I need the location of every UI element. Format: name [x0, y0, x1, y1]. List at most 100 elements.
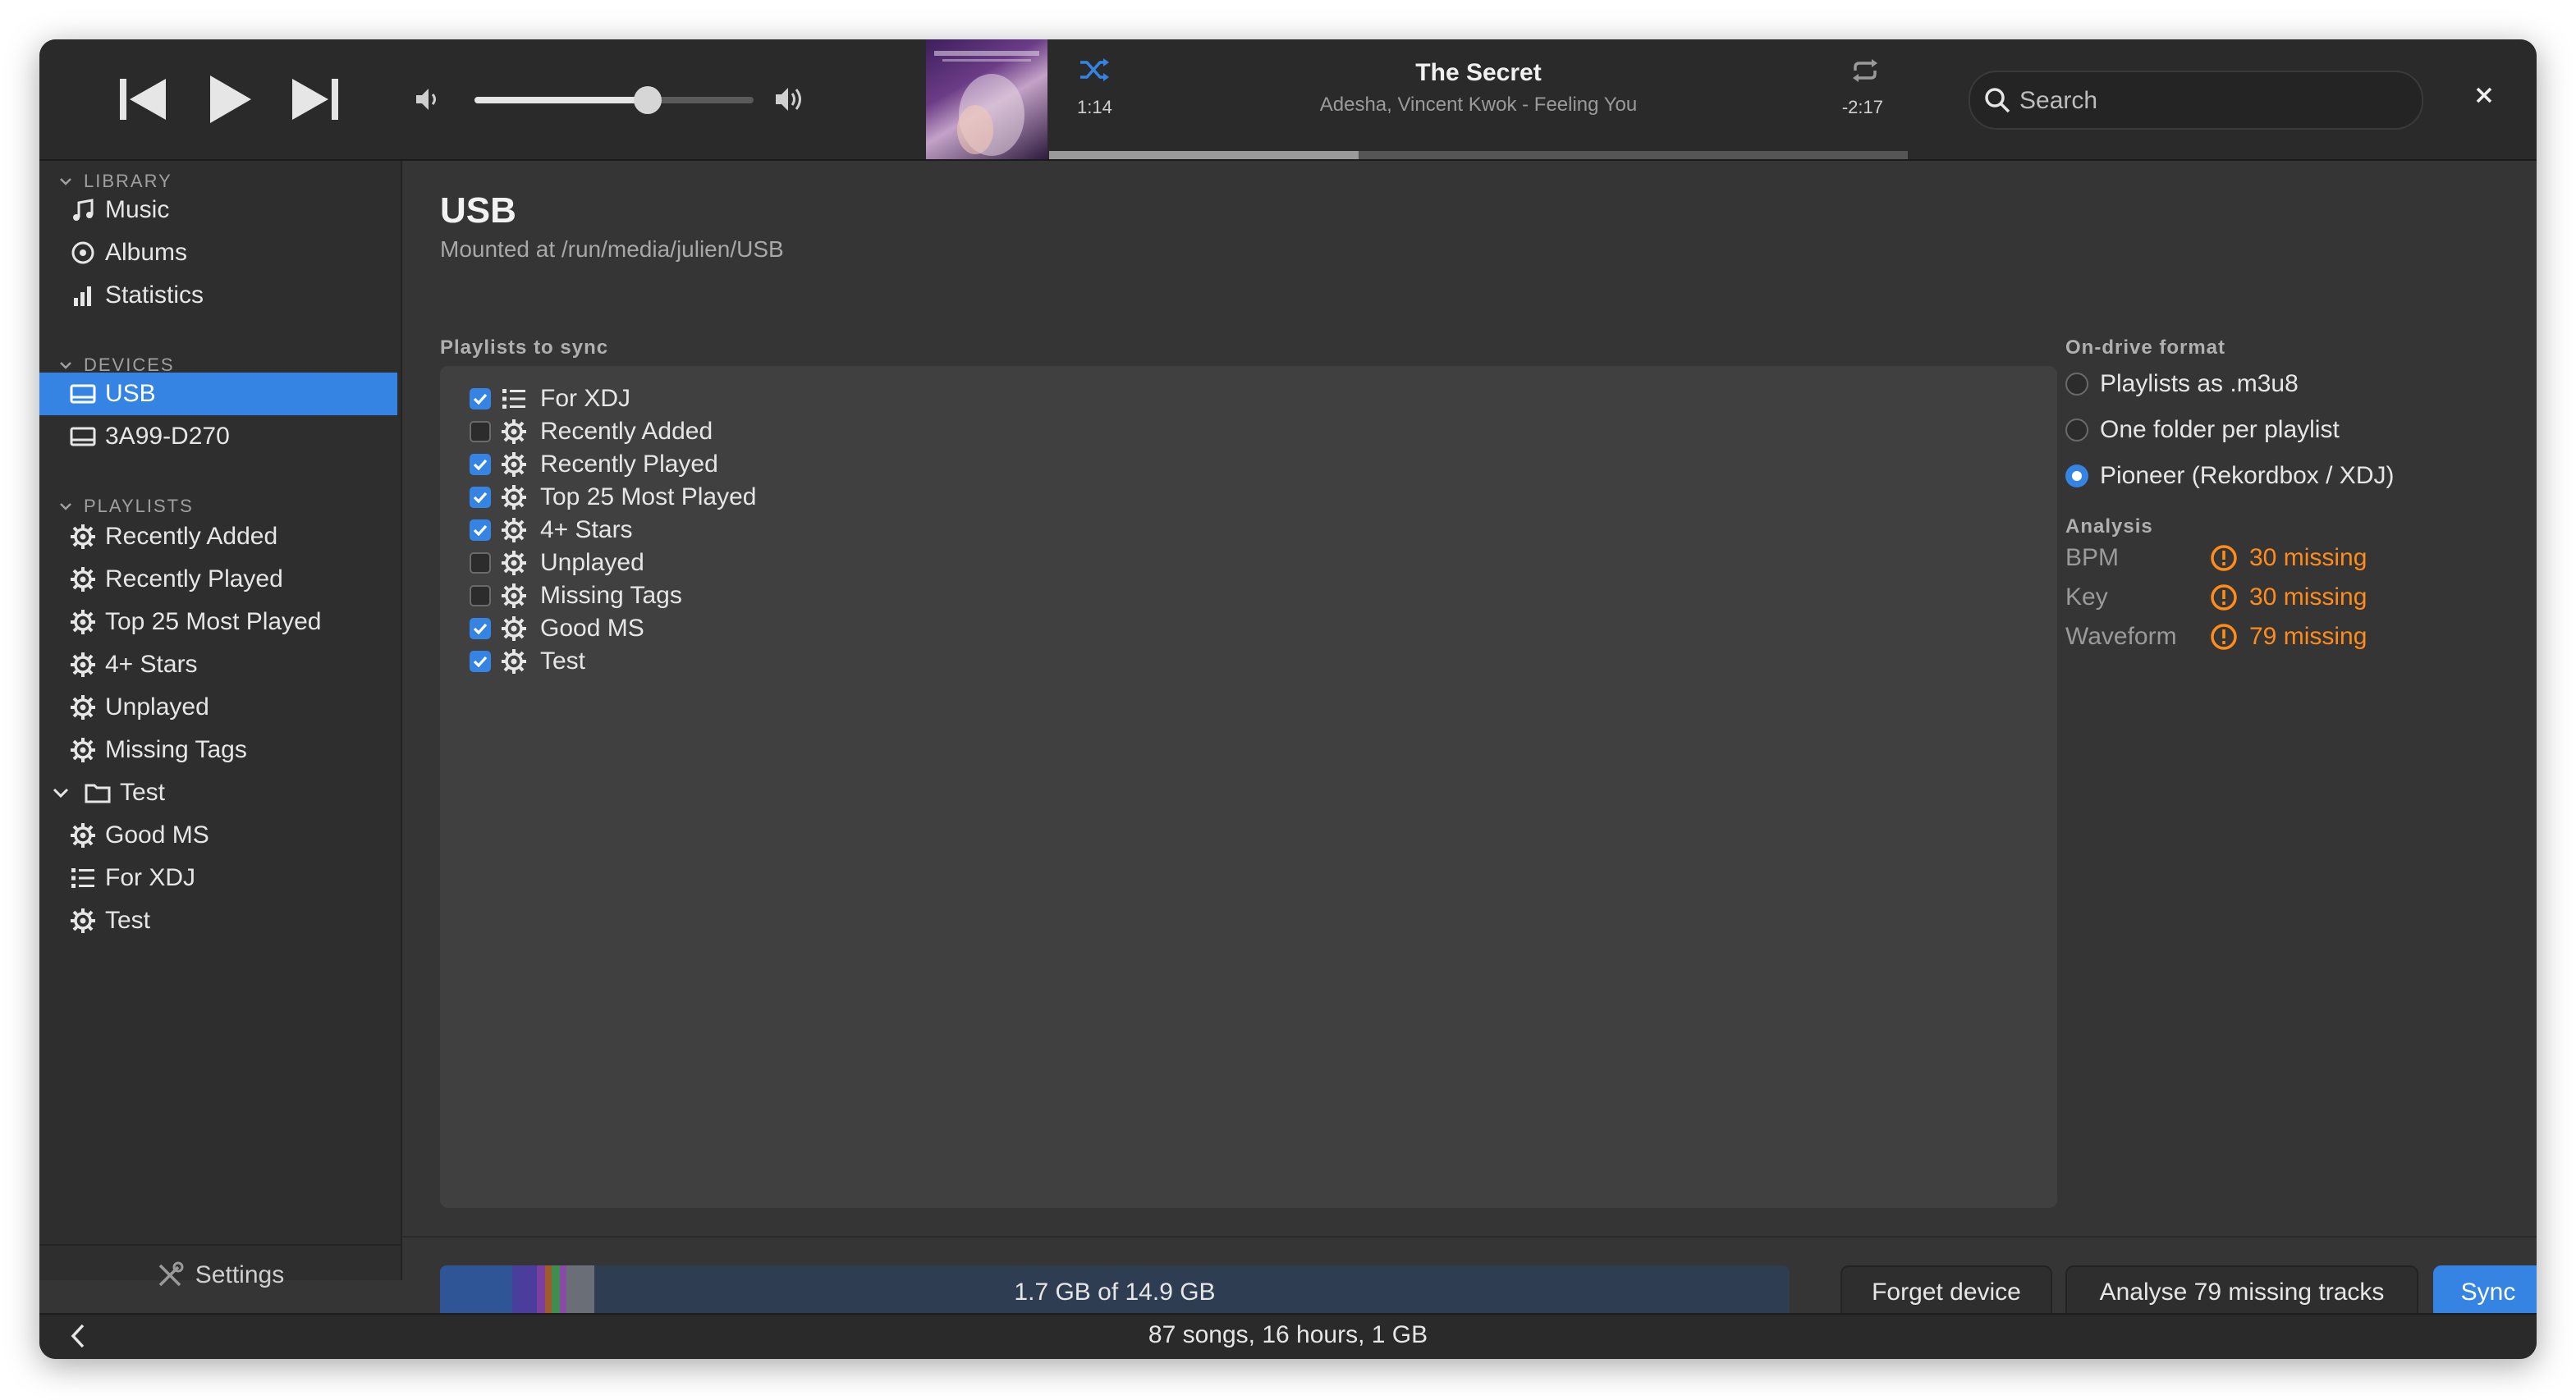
track-artist-album: Adesha, Vincent Kwok - Feeling You — [1319, 94, 1638, 116]
sidebar-item-label: Statistics — [105, 281, 204, 309]
forget-device-button[interactable]: Forget device — [1840, 1265, 2052, 1320]
sync-checkbox[interactable] — [470, 651, 491, 672]
skip-back-icon — [120, 79, 166, 120]
analysis-value: 30 missing — [2210, 583, 2367, 611]
sidebar-item-recently-played[interactable]: Recently Played — [39, 558, 397, 601]
sidebar-item-4-stars[interactable]: 4+ Stars — [39, 643, 397, 686]
sync-playlist-missing-tags[interactable]: Missing Tags — [470, 579, 682, 612]
sidebar-item-top-25-most-played[interactable]: Top 25 Most Played — [39, 601, 397, 643]
sidebar-item-label: Recently Added — [105, 523, 278, 550]
sync-playlist-list: For XDJ Recently Added Recently Played T… — [440, 366, 2057, 1208]
format-option-label: One folder per playlist — [2100, 416, 2340, 443]
format-option-0[interactable]: Playlists as .m3u8 — [2065, 368, 2299, 400]
format-option-2[interactable]: Pioneer (Rekordbox / XDJ) — [2065, 460, 2394, 492]
format-option-1[interactable]: One folder per playlist — [2065, 414, 2340, 446]
format-option-label: Playlists as .m3u8 — [2100, 370, 2299, 397]
playlists-to-sync-label: Playlists to sync — [440, 336, 609, 359]
sidebar-item-unplayed[interactable]: Unplayed — [39, 686, 397, 729]
volume-low-button[interactable] — [414, 85, 442, 117]
sidebar-item-label: Good MS — [105, 821, 209, 849]
analysis-missing-count: 30 missing — [2249, 583, 2367, 611]
gear-icon — [502, 551, 526, 575]
sidebar-item-for-xdj[interactable]: For XDJ — [39, 857, 397, 899]
sidebar-item-usb[interactable]: USB — [39, 373, 397, 415]
sync-checkbox[interactable] — [470, 421, 491, 442]
sync-playlist-recently-played[interactable]: Recently Played — [470, 448, 718, 481]
analysis-missing-count: 30 missing — [2249, 544, 2367, 571]
sync-checkbox[interactable] — [470, 585, 491, 606]
gear-icon — [71, 823, 95, 848]
sync-playlist-good-ms[interactable]: Good MS — [470, 612, 644, 645]
previous-button[interactable] — [118, 75, 169, 127]
sidebar-item-label: Missing Tags — [105, 736, 247, 763]
sync-playlist-recently-added[interactable]: Recently Added — [470, 415, 713, 448]
now-playing: 1:14 The Secret Adesha, Vincent Kwok - F… — [1049, 39, 1908, 159]
repeat-icon — [1853, 59, 1877, 82]
drive-icon — [70, 384, 96, 404]
playback-progress-bar[interactable] — [1049, 151, 1908, 159]
sync-checkbox[interactable] — [470, 388, 491, 409]
sidebar-item-test[interactable]: Test — [39, 899, 397, 942]
analyse-missing-button[interactable]: Analyse 79 missing tracks — [2065, 1265, 2418, 1320]
sync-button[interactable]: Sync — [2433, 1265, 2537, 1320]
format-radio[interactable] — [2065, 373, 2088, 396]
next-button[interactable] — [289, 75, 340, 127]
status-bar: 87 songs, 16 hours, 1 GB — [39, 1313, 2537, 1359]
sync-playlist-label: Recently Added — [540, 418, 713, 445]
player-header: 1:14 The Secret Adesha, Vincent Kwok - F… — [39, 39, 2537, 161]
sidebar-item-3a99-d270[interactable]: 3A99-D270 — [39, 415, 397, 458]
sidebar-folder-test[interactable]: Test — [39, 771, 397, 814]
sidebar-item-label: 3A99-D270 — [105, 423, 230, 450]
sidebar-item-label: 4+ Stars — [105, 651, 198, 678]
sync-checkbox[interactable] — [470, 552, 491, 574]
sidebar-item-missing-tags[interactable]: Missing Tags — [39, 729, 397, 771]
sidebar-item-good-ms[interactable]: Good MS — [39, 814, 397, 857]
play-button[interactable] — [207, 74, 253, 129]
sync-checkbox[interactable] — [470, 454, 491, 475]
analysis-missing-count: 79 missing — [2249, 623, 2367, 650]
playback-progress-fill — [1049, 151, 1359, 159]
sync-checkbox[interactable] — [470, 618, 491, 639]
sync-playlist-for-xdj[interactable]: For XDJ — [470, 382, 630, 415]
analysis-row-key: Key 30 missing — [2065, 581, 2367, 614]
sidebar-item-statistics[interactable]: Statistics — [39, 274, 397, 317]
list-icon — [71, 868, 94, 888]
settings-button[interactable]: Settings — [39, 1244, 401, 1293]
gear-icon — [502, 649, 526, 674]
sidebar-item-label: For XDJ — [105, 864, 196, 891]
volume-slider[interactable] — [474, 86, 754, 114]
gear-icon — [502, 518, 526, 542]
close-button[interactable] — [2474, 85, 2494, 109]
sync-playlist-4-stars[interactable]: 4+ Stars — [470, 514, 633, 547]
track-title: The Secret — [1415, 59, 1542, 86]
sync-checkbox[interactable] — [470, 487, 491, 508]
sync-checkbox[interactable] — [470, 519, 491, 541]
volume-handle[interactable] — [633, 86, 662, 114]
gear-icon — [502, 419, 526, 444]
sync-playlist-top-25-most-played[interactable]: Top 25 Most Played — [470, 481, 756, 514]
sidebar-item-albums[interactable]: Albums — [39, 231, 397, 274]
sync-playlist-unplayed[interactable]: Unplayed — [470, 547, 644, 579]
sync-playlist-label: Unplayed — [540, 549, 644, 576]
sidebar-item-recently-added[interactable]: Recently Added — [39, 515, 397, 558]
format-radio[interactable] — [2065, 464, 2088, 487]
search-input[interactable] — [2018, 72, 2407, 130]
sync-playlist-label: Test — [540, 647, 586, 675]
chevron-down-icon — [60, 503, 71, 510]
sidebar-item-label: Albums — [105, 239, 188, 266]
search-field[interactable] — [1969, 71, 2423, 130]
format-radio[interactable] — [2065, 419, 2088, 442]
sidebar-item-music[interactable]: Music — [39, 189, 397, 231]
library-summary: 87 songs, 16 hours, 1 GB — [1148, 1321, 1428, 1348]
sidebar-item-label: Music — [105, 196, 170, 223]
gear-icon — [71, 610, 95, 634]
bar-chart-icon — [74, 286, 91, 306]
sidebar: LIBRARY Music Albums Statistics DEVICES … — [39, 161, 402, 1288]
volume-high-button[interactable] — [773, 84, 806, 119]
sidebar-item-label: Unplayed — [105, 693, 209, 721]
chevron-down-icon — [60, 178, 71, 185]
repeat-button[interactable] — [1850, 57, 1880, 88]
album-cover[interactable] — [926, 39, 1047, 159]
gear-icon — [502, 583, 526, 608]
sync-playlist-test[interactable]: Test — [470, 645, 585, 678]
